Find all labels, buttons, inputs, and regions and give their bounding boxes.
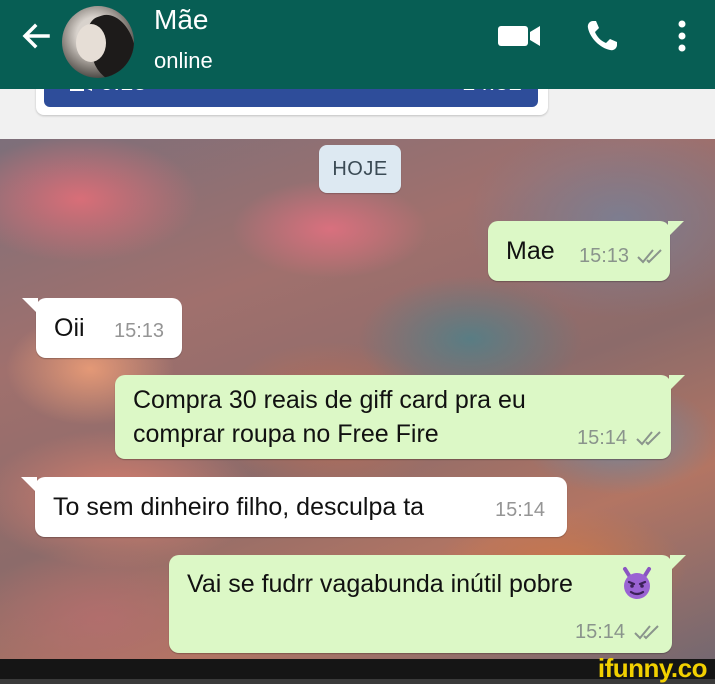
message-text: Mae bbox=[506, 237, 555, 265]
date-separator: HOJE bbox=[319, 145, 401, 193]
phone-call-icon[interactable] bbox=[584, 18, 620, 54]
video-call-icon[interactable] bbox=[496, 20, 542, 52]
back-arrow-icon[interactable] bbox=[18, 18, 54, 54]
message-outgoing[interactable]: Vai se fudrr vagabunda inútil pobre 15:1… bbox=[169, 555, 686, 653]
message-outgoing[interactable]: Compra 30 reais de giff card pra eu comp… bbox=[115, 375, 685, 459]
message-text-line: Compra 30 reais de giff card pra eu bbox=[133, 386, 526, 414]
contact-status: online bbox=[154, 48, 213, 73]
contact-name[interactable]: Mãe bbox=[154, 4, 208, 36]
message-time: 15:14 bbox=[575, 621, 626, 643]
previous-messages-area: 0:13 14:52 bbox=[0, 81, 715, 139]
message-incoming[interactable]: Oii 15:13 bbox=[22, 298, 182, 358]
message-time: 15:14 bbox=[577, 427, 628, 449]
message-text: Vai se fudrr vagabunda inútil pobre bbox=[187, 570, 573, 598]
message-incoming[interactable]: To sem dinheiro filho, desculpa ta 15:14 bbox=[21, 477, 567, 537]
read-receipt-icon bbox=[636, 431, 661, 446]
read-receipt-icon bbox=[637, 249, 662, 264]
read-receipt-icon bbox=[634, 625, 659, 640]
message-time: 15:13 bbox=[114, 320, 165, 342]
devil-emoji-icon bbox=[623, 567, 651, 599]
avatar[interactable] bbox=[62, 6, 134, 78]
more-options-icon[interactable] bbox=[672, 18, 692, 54]
message-text: To sem dinheiro filho, desculpa ta bbox=[53, 493, 425, 521]
message-outgoing[interactable]: Mae 15:13 bbox=[488, 221, 684, 281]
message-text-line: comprar roupa no Free Fire bbox=[133, 420, 439, 448]
message-text: Oii bbox=[54, 314, 85, 342]
chat-header: Mãe online bbox=[0, 0, 715, 89]
message-time: 15:13 bbox=[579, 245, 630, 267]
watermark: ifunny.co bbox=[597, 653, 708, 683]
message-time: 15:14 bbox=[495, 499, 546, 521]
footer-bar: ifunny.co bbox=[0, 653, 715, 683]
